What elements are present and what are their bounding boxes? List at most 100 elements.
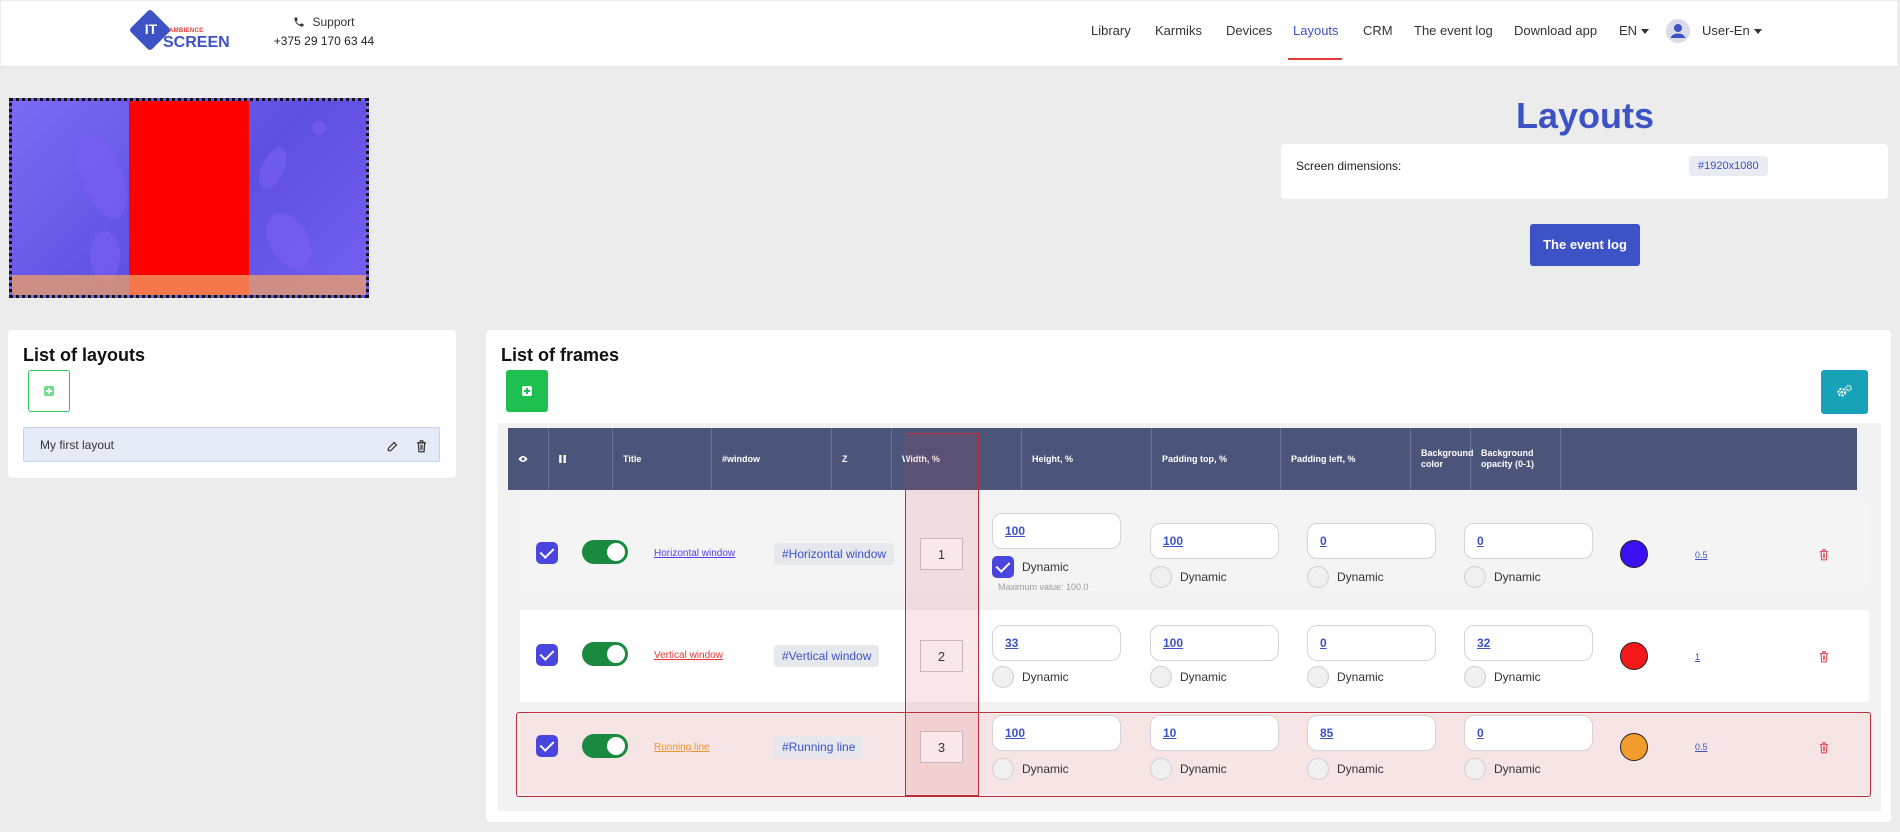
nav-layouts[interactable]: Layouts (1293, 23, 1339, 38)
support-block[interactable]: Support +375 29 170 63 44 (269, 15, 379, 48)
logo[interactable]: IT AMBIENCE SCREEN (128, 8, 231, 55)
header-width: Width, % (892, 428, 1022, 490)
padding-left-input[interactable]: 0 (1464, 523, 1593, 559)
active-toggle[interactable] (582, 734, 628, 758)
height-input[interactable]: 100 (1150, 523, 1279, 559)
bg-opacity-link[interactable]: 0.5 (1695, 742, 1708, 752)
z-input[interactable]: 2 (920, 640, 963, 672)
preview-vertical-window (129, 101, 249, 295)
trash-icon[interactable] (1818, 650, 1830, 663)
support-label: Support (312, 15, 355, 29)
height-value: 100 (1163, 534, 1184, 548)
layouts-title: List of layouts (23, 345, 146, 365)
z-input[interactable]: 1 (920, 538, 963, 570)
padding-left-dynamic-checkbox[interactable] (1464, 566, 1486, 588)
height-input[interactable]: 100 (1150, 625, 1279, 661)
settings-button[interactable] (1821, 370, 1868, 414)
width-value: 33 (1005, 636, 1019, 650)
nav-devices[interactable]: Devices (1226, 23, 1272, 38)
width-input[interactable]: 100 (992, 513, 1121, 549)
nav-download-app[interactable]: Download app (1514, 23, 1597, 38)
bg-color-swatch[interactable] (1620, 540, 1648, 568)
frame-title-link[interactable]: Horizontal window (654, 548, 735, 559)
layout-item[interactable]: My first layout (23, 427, 440, 462)
header-padding-left: Padding left, % (1281, 428, 1411, 490)
dynamic-label: Dynamic (1022, 670, 1069, 684)
height-input[interactable]: 10 (1150, 715, 1279, 751)
preview-decor (67, 126, 137, 226)
nav-event-log[interactable]: The event log (1414, 23, 1493, 38)
width-dynamic-checkbox[interactable] (992, 758, 1014, 780)
height-dynamic-checkbox[interactable] (1150, 666, 1172, 688)
header-z: Z (832, 428, 892, 490)
trash-icon[interactable] (1818, 548, 1830, 561)
layout-preview (9, 98, 369, 298)
top-header: IT AMBIENCE SCREEN Support +375 29 170 6… (1, 1, 1897, 67)
add-frame-button[interactable] (506, 370, 548, 412)
height-dynamic-checkbox[interactable] (1150, 758, 1172, 780)
active-toggle[interactable] (582, 642, 628, 666)
user-menu[interactable]: User-En (1702, 23, 1762, 38)
active-toggle[interactable] (582, 540, 628, 564)
bg-opacity-link[interactable]: 0.5 (1695, 550, 1708, 560)
visibility-checkbox[interactable] (536, 542, 558, 564)
screen-dimensions-value[interactable]: #1920x1080 (1689, 156, 1768, 176)
padding-left-input[interactable]: 32 (1464, 625, 1593, 661)
padding-top-value: 85 (1320, 726, 1334, 740)
z-input[interactable]: 3 (920, 731, 963, 763)
width-value: 100 (1005, 726, 1026, 740)
dynamic-label: Dynamic (1337, 762, 1384, 776)
support-phone[interactable]: +375 29 170 63 44 (269, 34, 379, 48)
nav-crm[interactable]: CRM (1363, 23, 1393, 38)
width-dynamic-checkbox[interactable] (992, 666, 1014, 688)
logo-screen: SCREEN (163, 34, 230, 51)
user-avatar[interactable] (1666, 19, 1690, 43)
frame-title-link[interactable]: Vertical window (654, 650, 723, 661)
language-select[interactable]: EN (1619, 23, 1650, 38)
phone-icon (294, 17, 304, 27)
padding-top-input[interactable]: 85 (1307, 715, 1436, 751)
frame-title-link[interactable]: Running line (654, 742, 710, 753)
screen-dimensions-card: Screen dimensions: #1920x1080 (1281, 144, 1888, 199)
header-visibility (508, 428, 549, 490)
layout-item-name: My first layout (40, 438, 115, 452)
table-row: Vertical window #Vertical window 2 33 Dy… (520, 610, 1869, 702)
event-log-button[interactable]: The event log (1530, 224, 1640, 266)
trash-icon[interactable] (1818, 741, 1830, 754)
visibility-checkbox[interactable] (536, 735, 558, 757)
gear-icon (1837, 384, 1852, 397)
header-bg-opacity: Background opacity (0-1) (1471, 428, 1561, 490)
padding-top-dynamic-checkbox[interactable] (1307, 566, 1329, 588)
width-dynamic-checkbox[interactable] (992, 556, 1014, 578)
trash-icon[interactable] (415, 439, 428, 453)
nav-active-indicator (1288, 58, 1342, 60)
bg-opacity-link[interactable]: 1 (1695, 652, 1700, 662)
nav-karmiks[interactable]: Karmiks (1155, 23, 1202, 38)
padding-top-input[interactable]: 0 (1307, 625, 1436, 661)
height-value: 100 (1163, 636, 1184, 650)
bg-color-swatch[interactable] (1620, 733, 1648, 761)
screen-dimensions-label: Screen dimensions: (1296, 159, 1402, 173)
height-dynamic-checkbox[interactable] (1150, 566, 1172, 588)
preview-decor (257, 205, 321, 277)
user-icon (1670, 24, 1686, 38)
preview-decor (253, 143, 293, 194)
dynamic-label: Dynamic (1022, 762, 1069, 776)
visibility-checkbox[interactable] (536, 644, 558, 666)
padding-top-input[interactable]: 0 (1307, 523, 1436, 559)
width-input[interactable]: 100 (992, 715, 1121, 751)
padding-top-dynamic-checkbox[interactable] (1307, 666, 1329, 688)
bg-color-swatch[interactable] (1620, 642, 1648, 670)
add-layout-button[interactable] (28, 370, 70, 412)
padding-top-dynamic-checkbox[interactable] (1307, 758, 1329, 780)
padding-left-input[interactable]: 0 (1464, 715, 1593, 751)
edit-icon[interactable] (386, 439, 400, 453)
window-badge[interactable]: #Horizontal window (774, 543, 895, 565)
dynamic-label: Dynamic (1180, 570, 1227, 584)
nav-library[interactable]: Library (1091, 23, 1131, 38)
padding-left-dynamic-checkbox[interactable] (1464, 666, 1486, 688)
window-badge[interactable]: #Vertical window (774, 645, 880, 667)
width-input[interactable]: 33 (992, 625, 1121, 661)
window-badge[interactable]: #Running line (774, 736, 864, 758)
padding-left-dynamic-checkbox[interactable] (1464, 758, 1486, 780)
